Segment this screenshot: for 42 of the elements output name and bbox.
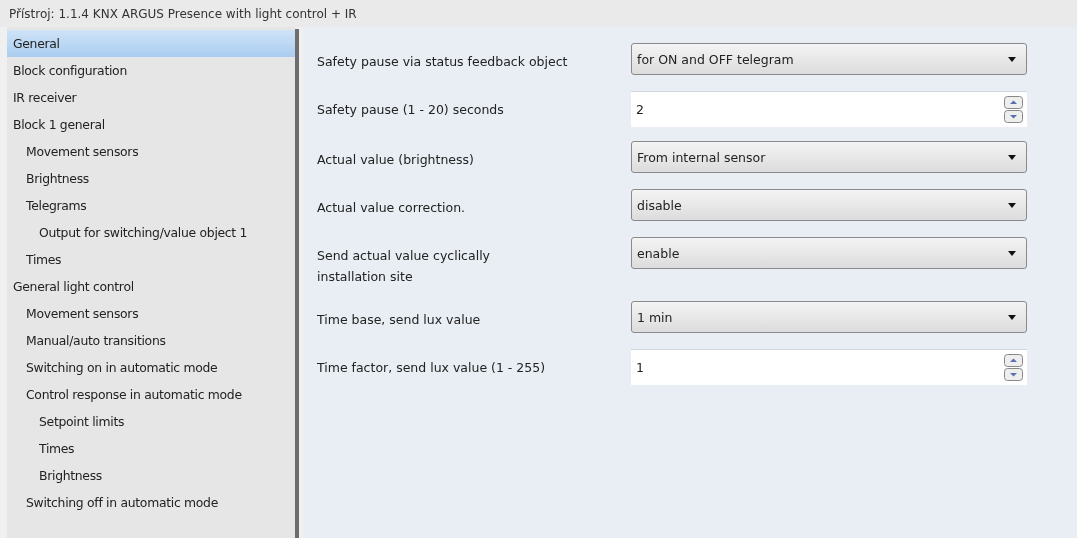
dropdown[interactable]: disable (631, 189, 1027, 221)
spin-down-icon[interactable] (1004, 368, 1023, 381)
number-field[interactable]: 1 (631, 349, 1027, 385)
tree-item[interactable]: Output for switching/value object 1 (7, 219, 295, 246)
caret-icon (1008, 202, 1016, 208)
spin-up-icon[interactable] (1004, 96, 1023, 109)
tree-item[interactable]: Switching off in automatic mode (7, 489, 295, 516)
parameter-label: Time factor, send lux value (1 - 255) (317, 359, 547, 377)
tree-item[interactable]: Telegrams (7, 192, 295, 219)
tree-item[interactable]: Times (7, 435, 295, 462)
dropdown[interactable]: 1 min (631, 301, 1027, 333)
dropdown[interactable]: for ON and OFF telegram (631, 43, 1027, 75)
tree-item[interactable]: Times (7, 246, 295, 273)
tree-item[interactable]: Block configuration (7, 57, 295, 84)
tree-item[interactable]: Brightness (7, 462, 295, 489)
caret-icon (1008, 154, 1016, 160)
tree-item[interactable]: Movement sensors (7, 138, 295, 165)
number-field[interactable]: 2 (631, 91, 1027, 127)
tree-item[interactable]: Movement sensors (7, 300, 295, 327)
tree-item[interactable]: Manual/auto transitions (7, 327, 295, 354)
tree-item[interactable]: Brightness (7, 165, 295, 192)
caret-icon (1008, 56, 1016, 62)
tree-item[interactable]: General (7, 30, 295, 57)
window-title: Přístroj: 1.1.4 KNX ARGUS Presence with light control + IR (9, 6, 357, 21)
tree-item[interactable]: Setpoint limits (7, 408, 295, 435)
tree-item[interactable]: Control response in automatic mode (7, 381, 295, 408)
spin-up-icon[interactable] (1004, 354, 1023, 367)
parameter-label: Actual value correction. (317, 199, 467, 217)
parameter-label: Safety pause (1 - 20) seconds (317, 101, 505, 119)
parameter-label: Actual value (brightness) (317, 151, 475, 169)
dropdown[interactable]: enable (631, 237, 1027, 269)
parameter-label: Time base, send lux value (317, 311, 482, 329)
spin-down-icon[interactable] (1004, 110, 1023, 123)
caret-icon (1008, 250, 1016, 256)
tree-item[interactable]: Switching on in automatic mode (7, 354, 295, 381)
dropdown[interactable]: From internal sensor (631, 141, 1027, 173)
parameter-label: Safety pause via status feedback object (317, 53, 569, 71)
tree-item[interactable]: Block 1 general (7, 111, 295, 138)
tree-item[interactable]: IR receiver (7, 84, 295, 111)
caret-icon (1008, 314, 1016, 320)
tree-item[interactable]: General light control (7, 273, 295, 300)
parameter-label: Send actual value cyclically installation site (317, 247, 491, 286)
